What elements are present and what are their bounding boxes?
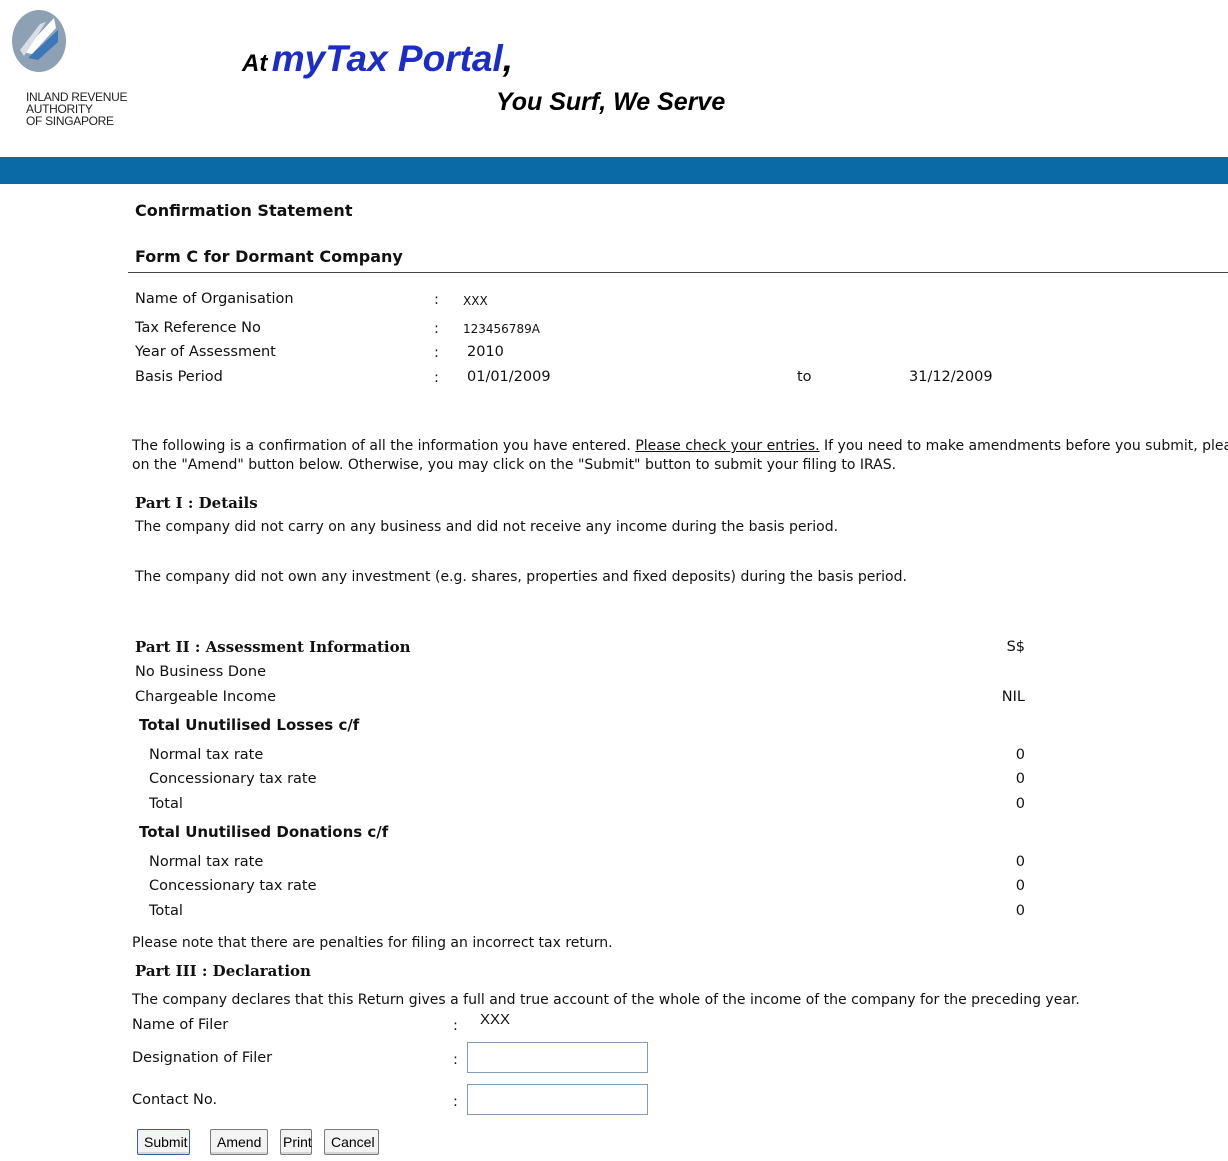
form-title: Form C for Dormant Company (135, 247, 403, 266)
slogan-brand: myTax Portal (271, 38, 503, 79)
check-entries-link[interactable]: Please check your entries. (635, 438, 819, 454)
part1-line1: The company did not carry on any busines… (135, 519, 839, 535)
donations-total-value: 0 (1015, 903, 1025, 919)
contact-input[interactable] (467, 1084, 648, 1115)
basis-period-to: 31/12/2009 (909, 369, 993, 385)
donations-concessionary-value: 0 (1015, 878, 1025, 894)
basis-period-from: 01/01/2009 (467, 369, 551, 385)
penalty-note: Please note that there are penalties for… (132, 935, 613, 951)
designation-label: Designation of Filer (132, 1050, 273, 1066)
chargeable-income-value: NIL (1001, 689, 1025, 705)
page-title: Confirmation Statement (135, 201, 353, 220)
ya-label: Year of Assessment (135, 344, 276, 360)
filer-name-label: Name of Filer (132, 1017, 229, 1033)
iras-logo: INLAND REVENUE AUTHORITY OF SINGAPORE (8, 6, 128, 141)
contact-label: Contact No. (132, 1092, 218, 1108)
part2-heading: Part II : Assessment Information (135, 638, 411, 656)
print-button[interactable]: Print (280, 1129, 312, 1155)
donations-concessionary-label: Concessionary tax rate (149, 878, 317, 894)
header-band (0, 157, 1228, 184)
part1-line2: The company did not own any investment (… (135, 569, 907, 585)
colon: : (453, 1018, 458, 1034)
designation-input[interactable] (467, 1042, 648, 1073)
amend-button[interactable]: Amend (210, 1129, 268, 1155)
filer-name-value: XXX (480, 1011, 511, 1028)
org-name-value: XXX (463, 294, 488, 308)
losses-normal-label: Normal tax rate (149, 747, 264, 763)
intro-text-start: The following is a confirmation of all t… (132, 438, 636, 454)
slogan-prefix: At (242, 50, 268, 77)
intro-text-end: If you need to make amendments before yo… (824, 438, 1228, 454)
submit-button[interactable]: Submit (137, 1129, 190, 1155)
iras-logo-emblem (12, 10, 66, 72)
tax-ref-value: 123456789A (463, 322, 540, 336)
losses-total-label: Total (149, 796, 183, 812)
currency-label: S$ (1006, 639, 1025, 655)
losses-heading: Total Unutilised Losses c/f (139, 716, 360, 734)
losses-normal-value: 0 (1015, 747, 1025, 763)
cancel-button[interactable]: Cancel (324, 1129, 379, 1155)
colon: : (434, 321, 439, 337)
part1-heading: Part I : Details (135, 494, 258, 512)
donations-heading: Total Unutilised Donations c/f (139, 823, 389, 841)
intro-text-line1: The following is a confirmation of all t… (132, 437, 1228, 455)
basis-period-to-word: to (797, 369, 812, 385)
no-business-label: No Business Done (135, 664, 267, 680)
org-name-label: Name of Organisation (135, 291, 294, 307)
basis-period-label: Basis Period (135, 369, 223, 385)
logo-line-3: OF SINGAPORE (26, 114, 114, 128)
title-divider (128, 272, 1228, 273)
colon: : (434, 292, 439, 308)
tax-ref-label: Tax Reference No (135, 320, 261, 336)
intro-text-line2: on the "Amend" button below. Otherwise, … (132, 457, 897, 473)
losses-total-value: 0 (1015, 796, 1025, 812)
donations-total-label: Total (149, 903, 183, 919)
portal-slogan: At myTax Portal, (242, 38, 513, 80)
colon: : (453, 1052, 458, 1068)
ya-value: 2010 (467, 344, 504, 360)
portal-tagline: You Surf, We Serve (496, 88, 726, 116)
slogan-comma: , (502, 38, 514, 79)
chargeable-income-label: Chargeable Income (135, 689, 277, 705)
donations-normal-label: Normal tax rate (149, 854, 264, 870)
colon: : (453, 1094, 458, 1110)
declaration-text: The company declares that this Return gi… (132, 992, 1080, 1008)
losses-concessionary-value: 0 (1015, 771, 1025, 787)
part3-heading: Part III : Declaration (135, 962, 311, 980)
donations-normal-value: 0 (1015, 854, 1025, 870)
colon: : (434, 345, 439, 361)
colon: : (434, 370, 439, 386)
losses-concessionary-label: Concessionary tax rate (149, 771, 317, 787)
